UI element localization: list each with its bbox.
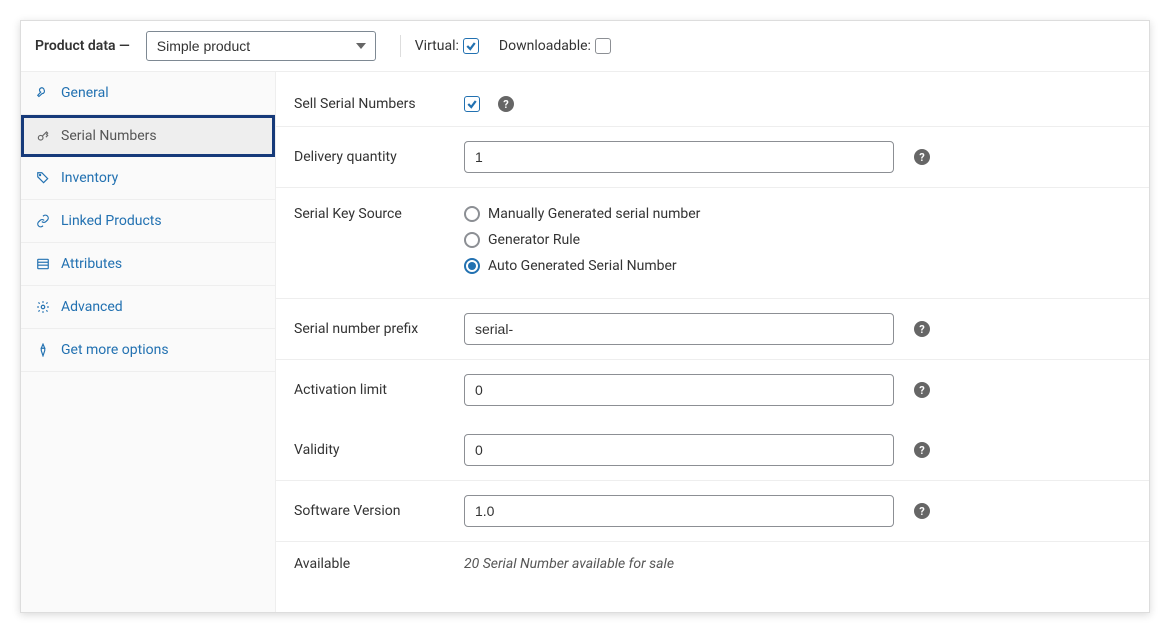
sidebar-item-get-more[interactable]: Get more options: [21, 329, 275, 372]
prefix-label: Serial number prefix: [294, 321, 464, 337]
link-icon: [35, 213, 51, 229]
radio-input[interactable]: [464, 206, 480, 222]
panel-title: Product data —: [35, 38, 130, 54]
product-type-select[interactable]: Simple product: [146, 31, 376, 61]
sidebar: General Serial Numbers Inventory Linked …: [21, 72, 276, 612]
downloadable-checkbox-label[interactable]: Downloadable:: [499, 38, 611, 54]
sidebar-item-linked-products[interactable]: Linked Products: [21, 200, 275, 243]
radio-label: Manually Generated serial number: [488, 206, 700, 222]
tag-icon: [35, 170, 51, 186]
header-divider: [400, 35, 401, 57]
radio-input[interactable]: [464, 258, 480, 274]
sidebar-item-inventory[interactable]: Inventory: [21, 157, 275, 200]
delivery-qty-label: Delivery quantity: [294, 149, 464, 165]
row-serial-key-source: Serial Key Source Manually Generated ser…: [276, 188, 1149, 299]
virtual-label: Virtual:: [415, 38, 459, 54]
sidebar-item-general[interactable]: General: [21, 72, 275, 115]
sidebar-item-serial-numbers[interactable]: Serial Numbers: [21, 115, 275, 157]
radio-label: Generator Rule: [488, 232, 580, 248]
panel-body: General Serial Numbers Inventory Linked …: [21, 72, 1149, 612]
sell-serial-label: Sell Serial Numbers: [294, 96, 464, 112]
pin-icon: [35, 342, 51, 358]
panel-header: Product data — Simple product Virtual: D…: [21, 21, 1149, 72]
row-delivery-qty: Delivery quantity ?: [276, 127, 1149, 188]
sidebar-item-label: Advanced: [61, 299, 123, 315]
activation-limit-input[interactable]: [464, 374, 894, 406]
row-available: Available 20 Serial Number available for…: [276, 542, 1149, 586]
product-data-panel: Product data — Simple product Virtual: D…: [20, 20, 1150, 613]
radio-auto-generated[interactable]: Auto Generated Serial Number: [464, 258, 700, 274]
virtual-checkbox-label[interactable]: Virtual:: [415, 38, 479, 54]
available-label: Available: [294, 556, 464, 572]
software-version-label: Software Version: [294, 503, 464, 519]
help-icon[interactable]: ?: [914, 503, 930, 519]
sidebar-item-label: General: [61, 85, 109, 101]
software-version-input[interactable]: [464, 495, 894, 527]
row-activation-limit: Activation limit ?: [276, 360, 1149, 420]
gear-icon: [35, 299, 51, 315]
serial-key-source-label: Serial Key Source: [294, 206, 464, 222]
virtual-checkbox[interactable]: [463, 38, 479, 54]
sidebar-item-label: Linked Products: [61, 213, 162, 229]
row-prefix: Serial number prefix ?: [276, 299, 1149, 360]
key-icon: [35, 128, 51, 144]
sidebar-item-label: Attributes: [61, 256, 122, 272]
serial-key-source-radios: Manually Generated serial number Generat…: [464, 206, 700, 274]
row-validity: Validity ?: [276, 420, 1149, 481]
radio-label: Auto Generated Serial Number: [488, 258, 677, 274]
help-icon[interactable]: ?: [914, 149, 930, 165]
prefix-input[interactable]: [464, 313, 894, 345]
available-text: 20 Serial Number available for sale: [464, 556, 674, 572]
radio-generator-rule[interactable]: Generator Rule: [464, 232, 700, 248]
help-icon[interactable]: ?: [914, 442, 930, 458]
downloadable-label: Downloadable:: [499, 38, 591, 54]
radio-input[interactable]: [464, 232, 480, 248]
help-icon[interactable]: ?: [914, 382, 930, 398]
downloadable-checkbox[interactable]: [595, 38, 611, 54]
list-icon: [35, 256, 51, 272]
sell-serial-checkbox[interactable]: [464, 96, 480, 112]
sidebar-item-label: Get more options: [61, 342, 169, 358]
sidebar-item-advanced[interactable]: Advanced: [21, 286, 275, 329]
product-type-wrap: Simple product: [146, 31, 376, 61]
validity-input[interactable]: [464, 434, 894, 466]
help-icon[interactable]: ?: [498, 96, 514, 112]
radio-manual[interactable]: Manually Generated serial number: [464, 206, 700, 222]
row-sell-serial: Sell Serial Numbers ?: [276, 88, 1149, 127]
sidebar-item-label: Serial Numbers: [61, 128, 157, 144]
delivery-qty-input[interactable]: [464, 141, 894, 173]
sidebar-item-attributes[interactable]: Attributes: [21, 243, 275, 286]
content-area: Sell Serial Numbers ? Delivery quantity …: [276, 72, 1149, 612]
activation-limit-label: Activation limit: [294, 382, 464, 398]
row-software-version: Software Version ?: [276, 481, 1149, 542]
validity-label: Validity: [294, 442, 464, 458]
wrench-icon: [35, 85, 51, 101]
sidebar-item-label: Inventory: [61, 170, 118, 186]
help-icon[interactable]: ?: [914, 321, 930, 337]
